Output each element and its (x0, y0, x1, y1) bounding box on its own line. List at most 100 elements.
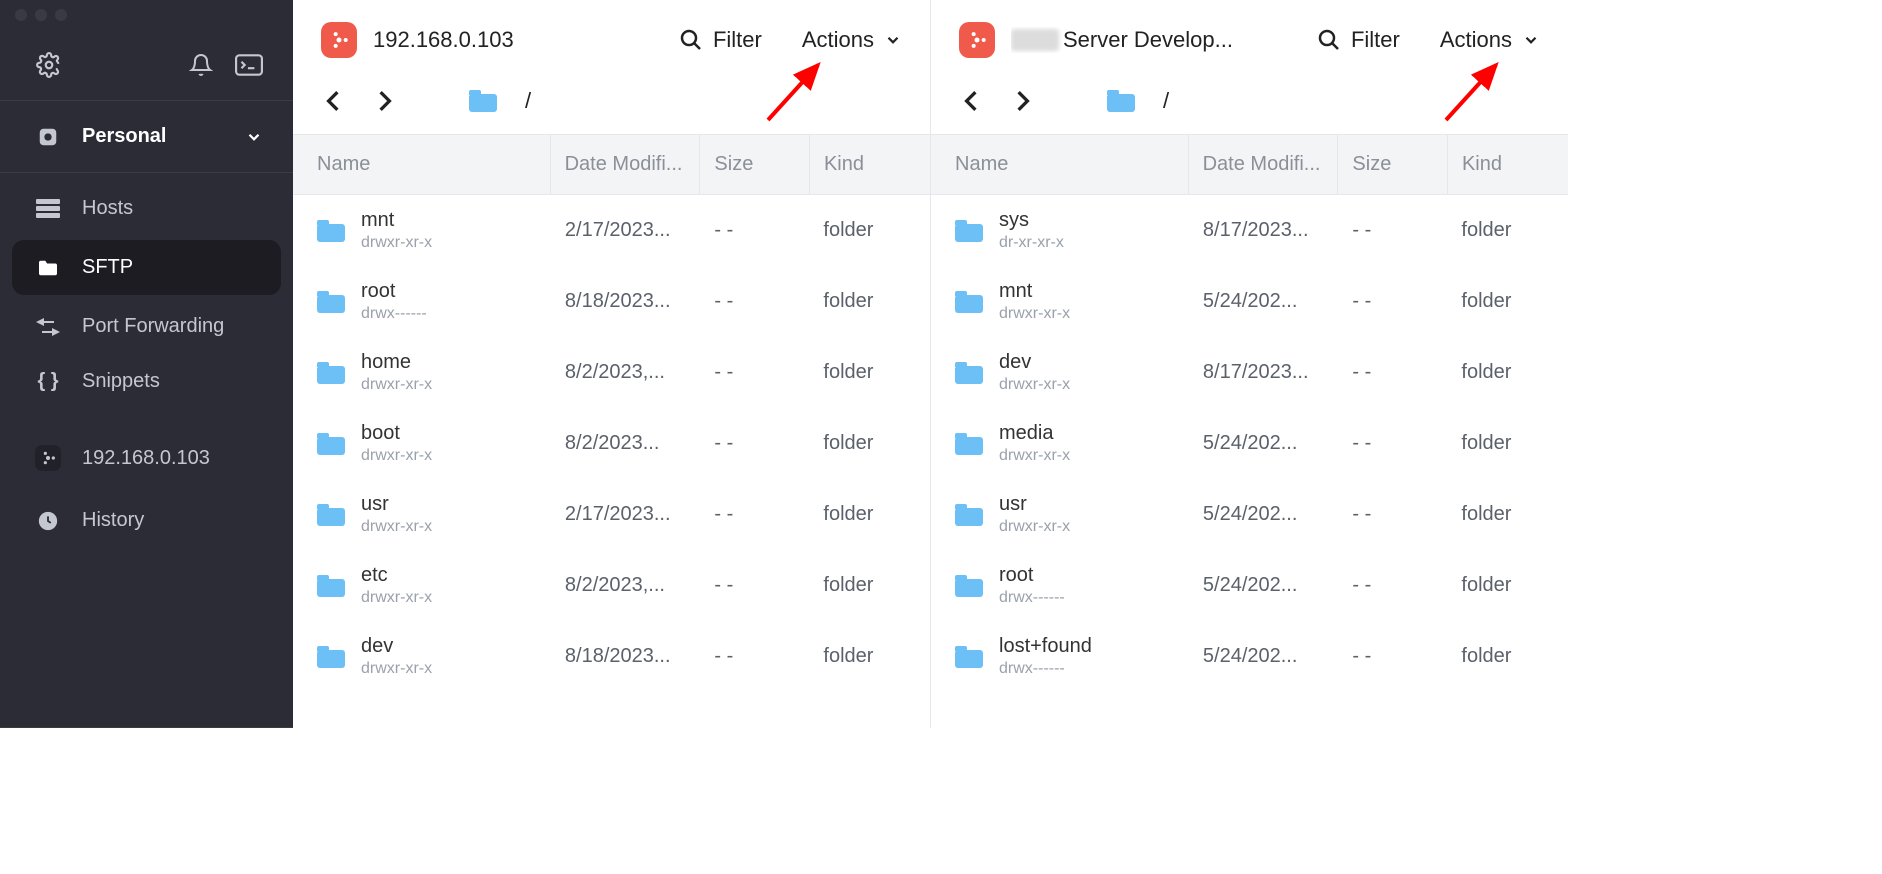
folder-icon (955, 433, 983, 455)
pane-toolbar: Server Develop... Filter Actions (931, 0, 1568, 80)
folder-icon (317, 646, 345, 668)
workspace-selector[interactable]: Personal (0, 109, 293, 164)
table-row[interactable]: devdrwxr-xr-x8/17/2023...- -folder (931, 337, 1568, 408)
folder-icon (955, 646, 983, 668)
file-permissions: drwxr-xr-x (361, 447, 432, 465)
table-row[interactable]: mntdrwxr-xr-x2/17/2023...- -folder (293, 195, 930, 266)
file-size: - - (700, 284, 809, 319)
path-text[interactable]: / (525, 88, 531, 114)
ubuntu-icon (34, 445, 62, 471)
table-row[interactable]: usrdrwxr-xr-x2/17/2023...- -folder (293, 479, 930, 550)
sidebar-item-port-forwarding[interactable]: Port Forwarding (0, 299, 293, 354)
file-size: - - (1338, 426, 1447, 461)
file-size: - - (700, 213, 809, 248)
file-size: - - (700, 497, 809, 532)
table-row[interactable]: mntdrwxr-xr-x5/24/202...- -folder (931, 266, 1568, 337)
table-row[interactable]: devdrwxr-xr-x8/18/2023...- -folder (293, 621, 930, 692)
file-size: - - (1338, 568, 1447, 603)
file-permissions: drwxr-xr-x (999, 305, 1070, 323)
file-size: - - (1338, 284, 1447, 319)
file-size: - - (700, 355, 809, 390)
file-permissions: dr-xr-xr-x (999, 234, 1064, 252)
chevron-down-icon (245, 128, 263, 146)
file-kind: folder (809, 568, 930, 603)
file-list: mntdrwxr-xr-x2/17/2023...- -folderrootdr… (293, 195, 930, 728)
file-kind: folder (809, 213, 930, 248)
file-name: etc (361, 564, 432, 587)
folder-icon (469, 90, 497, 112)
file-permissions: drwx------ (999, 660, 1092, 678)
table-row[interactable]: rootdrwx------5/24/202...- -folder (931, 550, 1568, 621)
nav-forward-button[interactable] (373, 86, 397, 116)
sidebar-item-history[interactable]: History (0, 493, 293, 548)
folder-icon (1107, 90, 1135, 112)
file-permissions: drwxr-xr-x (999, 376, 1070, 394)
file-name: lost+found (999, 635, 1092, 658)
folder-icon (34, 259, 62, 277)
nav-forward-button[interactable] (1011, 86, 1035, 116)
pane-right: Server Develop... Filter Actions (930, 0, 1568, 728)
actions-dropdown[interactable]: Actions (802, 27, 902, 53)
traffic-close[interactable] (15, 9, 27, 21)
file-size: - - (700, 639, 809, 674)
col-date[interactable]: Date Modifi... (551, 135, 701, 194)
col-kind[interactable]: Kind (810, 135, 930, 194)
window-traffic-lights (0, 0, 293, 30)
filter-button[interactable]: Filter (679, 27, 762, 53)
table-row[interactable]: rootdrwx------8/18/2023...- -folder (293, 266, 930, 337)
col-kind[interactable]: Kind (1448, 135, 1568, 194)
gear-icon[interactable] (36, 52, 62, 78)
redacted-text (1011, 29, 1059, 51)
file-permissions: drwxr-xr-x (361, 660, 432, 678)
sidebar-connection[interactable]: 192.168.0.103 (0, 429, 293, 487)
terminal-icon[interactable] (235, 53, 263, 77)
col-name[interactable]: Name (931, 135, 1189, 194)
file-name: media (999, 422, 1070, 445)
main: 192.168.0.103 Filter Actions (293, 0, 1568, 728)
table-row[interactable]: bootdrwxr-xr-x8/2/2023...- -folder (293, 408, 930, 479)
path-text[interactable]: / (1163, 88, 1169, 114)
nav-back-button[interactable] (321, 86, 345, 116)
actions-label: Actions (802, 27, 874, 53)
actions-dropdown[interactable]: Actions (1440, 27, 1540, 53)
table-row[interactable]: homedrwxr-xr-x8/2/2023,...- -folder (293, 337, 930, 408)
nav-back-button[interactable] (959, 86, 983, 116)
file-permissions: drwxr-xr-x (361, 376, 432, 394)
file-kind: folder (809, 639, 930, 674)
col-date[interactable]: Date Modifi... (1189, 135, 1339, 194)
table-row[interactable]: sysdr-xr-xr-x8/17/2023...- -folder (931, 195, 1568, 266)
file-date: 8/17/2023... (1189, 355, 1339, 390)
filter-label: Filter (1351, 27, 1400, 53)
file-kind: folder (809, 355, 930, 390)
bell-icon[interactable] (189, 53, 213, 77)
table-header: Name Date Modifi... Size Kind (931, 134, 1568, 195)
table-row[interactable]: usrdrwxr-xr-x5/24/202...- -folder (931, 479, 1568, 550)
file-kind: folder (1447, 284, 1568, 319)
file-size: - - (1338, 355, 1447, 390)
col-name[interactable]: Name (293, 135, 551, 194)
folder-icon (317, 504, 345, 526)
table-header: Name Date Modifi... Size Kind (293, 134, 930, 195)
sidebar-item-sftp[interactable]: SFTP (12, 240, 281, 295)
file-permissions: drwx------ (999, 589, 1065, 607)
filter-button[interactable]: Filter (1317, 27, 1400, 53)
sidebar-item-hosts[interactable]: Hosts (0, 181, 293, 236)
traffic-min[interactable] (35, 9, 47, 21)
table-row[interactable]: lost+founddrwx------5/24/202...- -folder (931, 621, 1568, 692)
file-kind: folder (1447, 568, 1568, 603)
traffic-max[interactable] (55, 9, 67, 21)
table-row[interactable]: mediadrwxr-xr-x5/24/202...- -folder (931, 408, 1568, 479)
sidebar-item-snippets[interactable]: { } Snippets (0, 354, 293, 409)
folder-icon (317, 362, 345, 384)
actions-label: Actions (1440, 27, 1512, 53)
pane-left: 192.168.0.103 Filter Actions (293, 0, 930, 728)
pane-toolbar: 192.168.0.103 Filter Actions (293, 0, 930, 80)
file-date: 5/24/202... (1189, 284, 1339, 319)
folder-icon (317, 575, 345, 597)
col-size[interactable]: Size (1338, 135, 1448, 194)
table-row[interactable]: etcdrwxr-xr-x8/2/2023,...- -folder (293, 550, 930, 621)
path-nav: / (931, 80, 1568, 134)
sidebar-item-label: Port Forwarding (82, 315, 224, 338)
file-kind: folder (1447, 213, 1568, 248)
col-size[interactable]: Size (700, 135, 810, 194)
